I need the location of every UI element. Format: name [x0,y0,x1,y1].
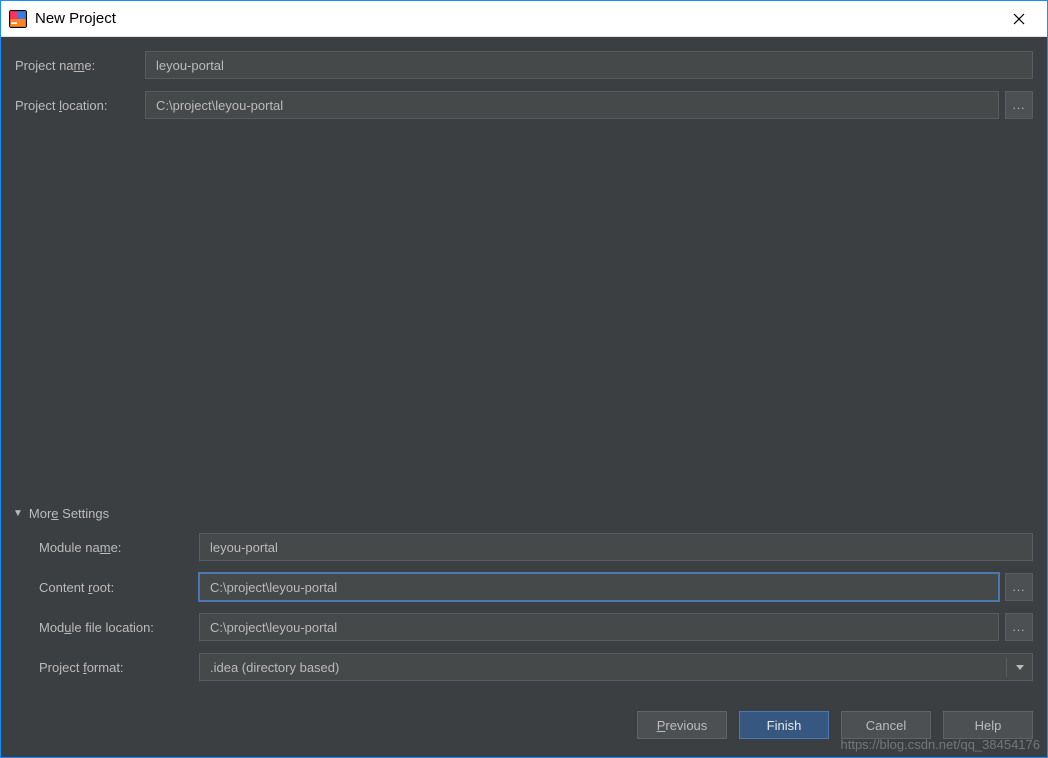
content-root-browse-button[interactable]: ... [1005,573,1033,601]
project-name-label: Project name: [15,58,145,73]
new-project-window: New Project Project name: Project locati… [0,0,1048,758]
project-location-input[interactable] [145,91,999,119]
titlebar: New Project [1,1,1047,37]
project-location-label: Project location: [15,98,145,113]
module-file-location-row: Module file location: ... [39,613,1033,641]
cancel-button[interactable]: Cancel [841,711,931,739]
intellij-icon [9,10,27,28]
module-name-input[interactable] [199,533,1033,561]
project-location-row: Project location: ... [15,91,1033,119]
module-file-location-label: Module file location: [39,620,199,635]
content-root-row: Content root: ... [39,573,1033,601]
dialog-content: Project name: Project location: ... ▼ Mo… [1,37,1047,757]
more-settings-body: Module name: Content root: ... Module fi… [15,533,1033,693]
module-name-row: Module name: [39,533,1033,561]
finish-button[interactable]: Finish [739,711,829,739]
chevron-down-icon: ▼ [13,508,23,519]
help-button[interactable]: Help [943,711,1033,739]
module-file-location-input[interactable] [199,613,999,641]
module-file-location-browse-button[interactable]: ... [1005,613,1033,641]
more-settings-toggle[interactable]: ▼ More Settings [13,506,1033,521]
previous-button[interactable]: Previous [637,711,727,739]
content-root-input[interactable] [199,573,999,601]
project-name-row: Project name: [15,51,1033,79]
project-location-browse-button[interactable]: ... [1005,91,1033,119]
project-format-label: Project format: [39,660,199,675]
module-name-label: Module name: [39,540,199,555]
close-icon [1013,13,1025,25]
close-button[interactable] [999,1,1039,37]
chevron-down-icon [1006,657,1026,677]
content-root-label: Content root: [39,580,199,595]
project-format-row: Project format: .idea (directory based) [39,653,1033,681]
project-format-select[interactable]: .idea (directory based) [199,653,1033,681]
spacer [15,131,1033,506]
window-title: New Project [35,10,999,27]
more-settings-label: More Settings [29,506,109,521]
project-format-value: .idea (directory based) [210,660,1006,675]
button-row: Previous Finish Cancel Help [15,693,1033,757]
project-name-input[interactable] [145,51,1033,79]
